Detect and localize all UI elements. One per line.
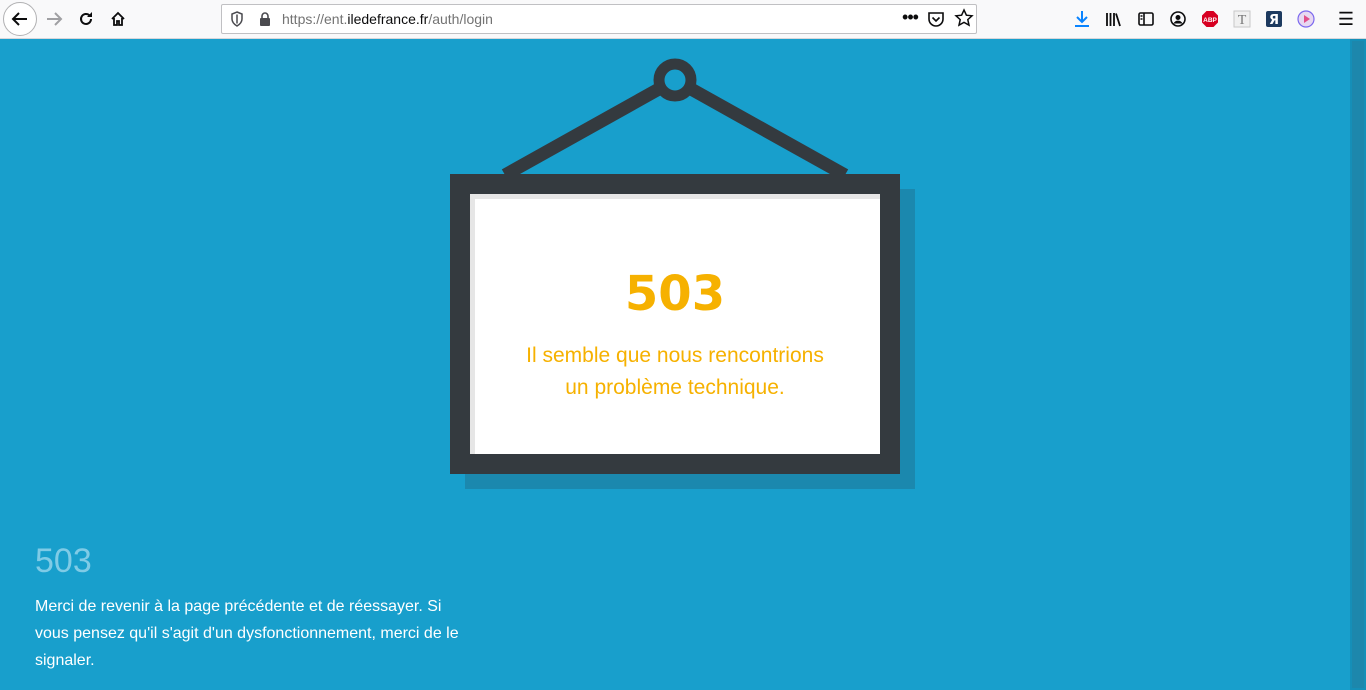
sign-string-left [501,74,679,181]
sign-error-message: Il semble que nous rencontrions un probl… [490,340,860,404]
sign-hook [653,58,697,102]
sign-message-line2: un problème technique. [565,376,785,399]
footer-error-message: Merci de revenir à la page précédente et… [35,598,459,669]
sign-error-code: 503 [624,266,726,322]
sign-string-right [671,74,849,181]
footer-error-code: 503 [35,542,92,580]
sign-message-line1: Il semble que nous rencontrions [526,344,824,367]
sign-card: 503 Il semble que nous rencontrions un p… [470,194,880,454]
